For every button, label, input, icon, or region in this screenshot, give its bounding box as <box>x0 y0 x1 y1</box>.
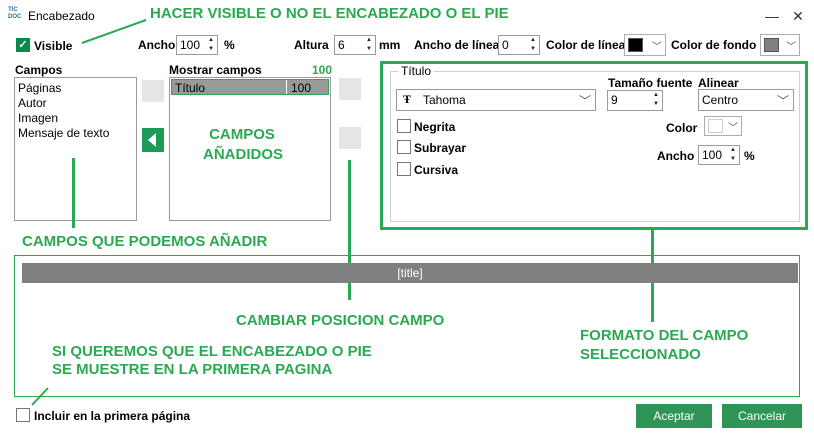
move-up-button[interactable] <box>339 78 361 100</box>
row-width: 100 <box>291 81 312 95</box>
annotation-primera-2: SE MUESTRE EN LA PRIMERA PAGINA <box>52 361 333 378</box>
annotation-arrow-primera <box>31 387 49 406</box>
annotation-campos-anadidos-1: CAMPOS <box>209 126 275 143</box>
annotation-formato-1: FORMATO DEL CAMPO <box>580 327 749 344</box>
annotation-campos-podemos: CAMPOS QUE PODEMOS AÑADIR <box>22 233 268 250</box>
align-select[interactable]: Centro ﹀ <box>698 89 794 111</box>
stepper-arrows-icon[interactable]: ▲ ▼ <box>727 146 739 164</box>
ancho-label: Ancho <box>138 38 176 52</box>
chevron-down-icon: ﹀ <box>776 94 789 108</box>
subrayar-label: Subrayar <box>414 141 467 155</box>
altura-value: 6 <box>338 38 345 52</box>
color-fondo-picker[interactable]: ﹀ <box>760 34 800 56</box>
font-size-stepper[interactable]: 9 ▲ ▼ <box>607 90 663 111</box>
negrita-checkbox[interactable] <box>397 119 411 133</box>
mostrar-campos-label: Mostrar campos <box>169 63 262 77</box>
align-value: Centro <box>702 93 739 107</box>
annotation-cambiar-posicion: CAMBIAR POSICION CAMPO <box>236 312 445 329</box>
annotation-primera-1: SI QUEREMOS QUE EL ENCABEZADO O PIE <box>52 343 372 360</box>
annotation-campos-anadidos-2: AÑADIDOS <box>202 146 283 163</box>
chevron-down-icon: ﹀ <box>728 123 738 134</box>
font-icon: Ŧ <box>403 92 412 106</box>
close-button[interactable]: ✕ <box>786 6 810 26</box>
font-size-label: Tamaño fuente <box>608 76 693 90</box>
ancho-linea-label: Ancho de línea <box>414 38 500 52</box>
ancho-linea-value: 0 <box>502 38 509 52</box>
text-color-picker[interactable]: ﹀ <box>704 116 742 136</box>
list-item[interactable]: Mensaje de texto <box>18 126 109 140</box>
incluir-checkbox[interactable] <box>16 408 30 422</box>
app-icon: TIC DOC <box>8 7 22 20</box>
stepper-arrows-icon[interactable]: ▲ ▼ <box>527 36 539 54</box>
font-name: Tahoma <box>423 93 466 107</box>
annotation-formato-2: SELECCIONADO <box>580 346 701 363</box>
ancho-linea-stepper[interactable]: 0 ▲ ▼ <box>498 35 540 55</box>
chevron-down-icon: ﹀ <box>786 42 796 53</box>
color-swatch <box>628 38 643 52</box>
font-select[interactable]: Ŧ Tahoma ﹀ <box>396 89 596 111</box>
chevron-down-icon: ﹀ <box>652 42 662 53</box>
campos-label: Campos <box>15 63 63 77</box>
visible-checkbox[interactable]: ✓ <box>16 38 30 52</box>
negrita-label: Negrita <box>414 120 456 134</box>
row-name: Título <box>175 81 206 95</box>
minimize-button[interactable]: — <box>760 6 784 26</box>
preview-header-bar: [title] <box>22 263 798 283</box>
ancho-value: 100 <box>180 38 201 52</box>
cancelar-button[interactable]: Cancelar <box>722 404 802 428</box>
align-label: Alinear <box>698 76 739 90</box>
altura-label: Altura <box>294 38 329 52</box>
arrow-left-icon <box>148 133 156 147</box>
visible-label: Visible <box>34 39 73 53</box>
stepper-arrows-icon[interactable]: ▲ ▼ <box>650 91 662 109</box>
format-ancho-label: Ancho <box>657 149 695 163</box>
color-label: Color <box>666 121 698 135</box>
format-ancho-unit: % <box>744 149 755 163</box>
column-divider <box>286 80 287 94</box>
color-linea-picker[interactable]: ﹀ <box>624 34 666 56</box>
move-down-button[interactable] <box>339 127 361 149</box>
cursiva-label: Cursiva <box>414 163 459 177</box>
stepper-arrows-icon[interactable]: ▲ ▼ <box>205 36 217 54</box>
annotation-hacer-visible: HACER VISIBLE O NO EL ENCABEZADO O EL PI… <box>150 5 509 22</box>
stepper-arrows-icon[interactable]: ▲ ▼ <box>363 36 375 54</box>
add-field-button[interactable] <box>142 128 164 152</box>
list-item[interactable]: Páginas <box>18 81 61 95</box>
format-group-title: Título <box>398 64 435 78</box>
color-fondo-label: Color de fondo <box>671 38 757 52</box>
list-item[interactable]: Imagen <box>18 111 58 125</box>
subrayar-checkbox[interactable] <box>397 140 411 154</box>
altura-stepper[interactable]: 6 ▲ ▼ <box>334 35 376 55</box>
campos-list[interactable]: Páginas Autor Imagen Mensaje de texto <box>14 77 137 221</box>
add-field-button-disabled[interactable] <box>142 80 164 102</box>
color-swatch <box>708 119 723 133</box>
altura-unit: mm <box>379 38 401 52</box>
annotation-line-campos <box>72 158 75 228</box>
table-row[interactable]: Título 100 <box>171 79 329 95</box>
cursiva-checkbox[interactable] <box>397 162 411 176</box>
ancho-unit: % <box>224 38 235 52</box>
ancho-stepper[interactable]: 100 ▲ ▼ <box>176 35 218 55</box>
format-ancho-stepper[interactable]: 100 ▲ ▼ <box>698 145 740 165</box>
aceptar-button[interactable]: Aceptar <box>636 404 712 428</box>
mostrar-campos-count: 100 <box>312 63 333 77</box>
color-linea-label: Color de línea <box>546 38 626 52</box>
format-ancho-value: 100 <box>702 148 723 162</box>
font-size-value: 9 <box>611 93 618 107</box>
incluir-label: Incluir en la primera página <box>34 409 191 423</box>
chevron-down-icon: ﹀ <box>578 94 591 108</box>
list-item[interactable]: Autor <box>18 96 47 110</box>
color-swatch <box>764 38 779 52</box>
